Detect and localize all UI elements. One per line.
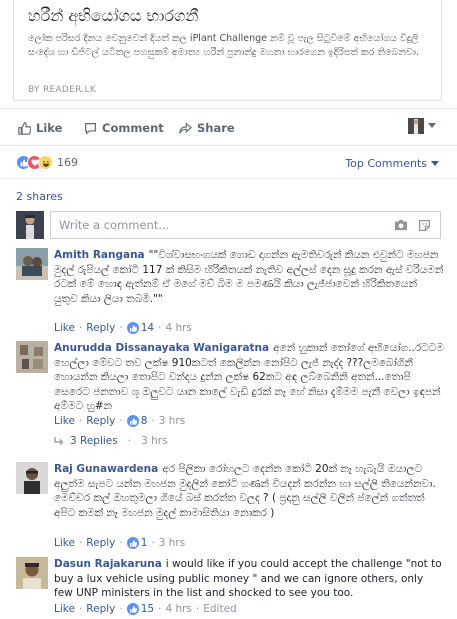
link-source: BY READER.LK	[28, 85, 97, 95]
comment-like-count[interactable]: 15	[141, 603, 154, 615]
camera-icon[interactable]	[394, 219, 408, 234]
commenter-name[interactable]: Raj Gunawardena	[54, 463, 158, 475]
like-label: Like	[36, 121, 63, 135]
comment-sort-dropdown[interactable]: Top Comments	[345, 157, 439, 170]
avatar[interactable]	[16, 557, 48, 589]
link-title[interactable]: හරීන් අභියෝගය භාරගනී	[28, 6, 198, 26]
comment-label: Comment	[102, 121, 164, 135]
thumbs-up-icon	[126, 537, 139, 549]
thumbs-up-icon	[126, 415, 139, 427]
divider	[0, 108, 457, 109]
like-button[interactable]: Like	[18, 121, 62, 135]
comment-timestamp[interactable]: 3 hrs	[159, 415, 185, 427]
comment-like-count[interactable]: 1	[141, 537, 148, 549]
sticker-icon[interactable]	[418, 219, 431, 235]
share-label: Share	[197, 121, 235, 135]
commenter-name[interactable]: Anurudda Dissanayaka Wanigaratna	[54, 342, 269, 354]
comment-reply-button[interactable]: Reply	[86, 537, 115, 549]
comment-like-button[interactable]: Like	[54, 415, 75, 427]
profile-avatar[interactable]	[408, 118, 424, 134]
replies-count[interactable]: 3 Replies	[70, 435, 118, 447]
chevron-down-icon[interactable]	[428, 123, 436, 128]
shares-link[interactable]: 2 shares	[16, 190, 63, 203]
avatar[interactable]	[16, 341, 48, 373]
comment-like-button[interactable]: Like	[54, 322, 75, 334]
reply-arrow-icon	[54, 436, 64, 446]
avatar	[16, 211, 44, 239]
view-replies-link[interactable]: 3 Replies · 3 hrs	[54, 435, 168, 447]
divider	[0, 145, 457, 146]
avatar[interactable]	[16, 248, 48, 280]
commenter-name[interactable]: Dasun Rajakaruna	[54, 558, 162, 570]
reactions-summary[interactable]: 169	[16, 155, 78, 170]
comment-like-count[interactable]: 8	[141, 415, 148, 427]
edited-label[interactable]: Edited	[203, 603, 236, 615]
comment-like-count[interactable]: 14	[141, 322, 154, 334]
divider	[0, 178, 457, 179]
replies-timestamp[interactable]: 3 hrs	[141, 435, 167, 447]
comment-composer	[16, 211, 441, 239]
reaction-count[interactable]: 169	[57, 156, 78, 169]
comment-input[interactable]	[59, 218, 339, 232]
comment-meta: Like · Reply · 8 · 3 hrs	[54, 415, 186, 427]
comment-button[interactable]: Comment	[84, 121, 164, 135]
comment-timestamp[interactable]: 4 hrs	[165, 322, 191, 334]
link-description: ලෝක පරිසර දිනය වෙනුවෙන් දියත් කල iPlant …	[28, 33, 420, 58]
comment-timestamp[interactable]: 3 hrs	[159, 537, 185, 549]
commenter-name[interactable]: Amith Rangana	[54, 249, 145, 261]
thumbs-up-icon	[126, 322, 139, 334]
comment-like-button[interactable]: Like	[54, 603, 75, 615]
share-arrow-icon	[179, 121, 192, 135]
comment-reply-button[interactable]: Reply	[86, 322, 115, 334]
comment-input-box[interactable]	[50, 211, 441, 239]
comment-meta: Like · Reply · 1 · 3 hrs	[54, 537, 186, 549]
thumbs-up-icon	[126, 603, 139, 615]
comment-meta: Like · Reply · 14 · 4 hrs	[54, 322, 192, 334]
chevron-down-icon	[431, 161, 439, 166]
avatar[interactable]	[16, 462, 48, 494]
speech-bubble-icon	[84, 122, 97, 135]
share-button[interactable]: Share	[179, 121, 235, 135]
comment-meta: Like · Reply · 15 · 4 hrs · Edited	[54, 603, 237, 615]
haha-icon	[38, 155, 53, 170]
comment-reply-button[interactable]: Reply	[86, 415, 115, 427]
sort-label: Top Comments	[345, 157, 427, 170]
thumbs-up-icon	[18, 121, 31, 135]
comment-reply-button[interactable]: Reply	[86, 603, 115, 615]
comment-like-button[interactable]: Like	[54, 537, 75, 549]
comment-timestamp[interactable]: 4 hrs	[165, 603, 191, 615]
link-preview-card[interactable]: හරීන් අභියෝගය භාරගනී ලෝක පරිසර දිනය වෙනු…	[13, 0, 442, 101]
